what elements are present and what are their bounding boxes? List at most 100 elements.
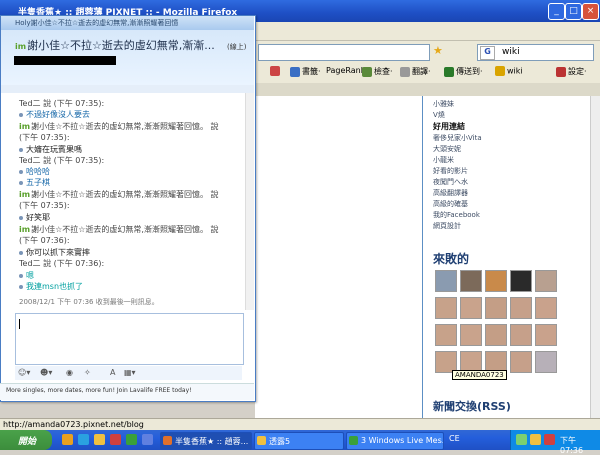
start-button[interactable]: 開始 (0, 430, 52, 450)
quicklaunch-icon[interactable] (94, 434, 105, 445)
tray-icon[interactable] (530, 434, 541, 445)
google-icon[interactable]: G (480, 46, 495, 60)
sidebar-link[interactable]: 小龍米 (433, 155, 454, 165)
news-title: 新聞交換(RSS) (433, 400, 511, 413)
friend-avatar[interactable] (435, 324, 457, 346)
search-value: wiki (502, 47, 520, 57)
redacted-message-bar (14, 56, 116, 65)
column-divider (422, 96, 423, 418)
chat-speaker-line: (下午 07:36): (19, 236, 70, 245)
chat-speaker-line: (下午 07:35): (19, 201, 70, 210)
friend-avatar[interactable] (485, 270, 507, 292)
tray-icon[interactable] (516, 434, 527, 445)
ime-indicator[interactable]: CE (449, 434, 460, 443)
quicklaunch-icon[interactable] (142, 434, 153, 445)
chat-message: 不過好像沒人要去 (19, 109, 90, 120)
friend-avatar[interactable] (460, 297, 482, 319)
sidebar-link[interactable]: 奢侈兒家小Vita (433, 133, 482, 143)
sidebar-heading: 好用連結 (433, 122, 465, 131)
voice-clip-icon[interactable]: ◉ (66, 368, 73, 377)
friend-avatar[interactable] (510, 351, 532, 373)
toolbar-wiki[interactable]: wiki (495, 66, 523, 76)
toolbar-bookmarks[interactable]: 書籤· (290, 66, 321, 77)
taskbar-button-firefox[interactable]: 半隻香蕉★ :: 趙蓉... (160, 432, 252, 450)
quicklaunch-icon[interactable] (78, 434, 89, 445)
clock: 下午 07:36 (560, 436, 584, 455)
search-field[interactable]: G wiki (477, 44, 594, 61)
sidebar-link[interactable]: 大頭安妮 (433, 144, 461, 154)
friend-avatar[interactable] (535, 351, 557, 373)
quicklaunch-icon[interactable] (62, 434, 73, 445)
chat-message: 我連msn也抓了 (19, 281, 83, 292)
sidebar-link[interactable]: 夜闖門へ水 (433, 177, 468, 187)
url-field[interactable] (258, 44, 430, 61)
chat-speaker-line: im謝小佳☆不拉☆逝去的虛幻無常,漸漸照耀著回憶。 說 (19, 190, 219, 199)
friend-avatar[interactable] (535, 270, 557, 292)
chat-message: 五子棋 (19, 177, 50, 188)
chat-message: 哈哈哈 (19, 166, 50, 177)
im-icon: im (15, 42, 27, 51)
toolbar-send-to[interactable]: 傳送到· (444, 66, 483, 77)
background-icon[interactable]: ▦▾ (124, 368, 136, 377)
sidebar-link[interactable]: V燒 (433, 110, 445, 120)
toolbar-icon-red[interactable] (270, 66, 282, 76)
toolbar-settings[interactable]: 設定· (556, 66, 587, 77)
chat-scrollbar[interactable] (245, 93, 254, 310)
friend-avatar[interactable] (510, 297, 532, 319)
chat-divider (1, 85, 254, 93)
contact-name: im謝小佳☆不拉☆逝去的虛幻無常,漸漸... (15, 39, 215, 52)
sidebar-link[interactable]: 小雅妹 (433, 99, 454, 109)
page-scrollbar[interactable] (590, 96, 600, 418)
bookmark-star-icon[interactable]: ★ (433, 44, 443, 57)
friend-avatar[interactable] (435, 297, 457, 319)
chat-message: 大嬸在玩賓果嗎 (19, 144, 82, 155)
friend-avatar[interactable] (485, 297, 507, 319)
maximize-button[interactable]: □ (565, 3, 582, 20)
contact-status: (線上) (227, 43, 247, 51)
sidebar-link[interactable]: 好看的影片 (433, 166, 468, 176)
friend-avatar[interactable] (485, 324, 507, 346)
tooltip: AMANDA0723 (452, 370, 507, 380)
friend-avatar[interactable] (535, 297, 557, 319)
taskbar-button-msn[interactable]: 3 Windows Live Mes... (346, 432, 444, 450)
nudge-icon[interactable]: ✧ (84, 368, 91, 377)
sidebar-link[interactable]: 網頁設計 (433, 221, 461, 231)
chat-message: 嗯 (19, 270, 34, 281)
quicklaunch-icon[interactable] (110, 434, 121, 445)
friend-avatar[interactable] (510, 270, 532, 292)
taskbar-button-chat[interactable]: 透露5 (254, 432, 344, 450)
toolbar-check[interactable]: 檢查· (362, 66, 393, 77)
chat-speaker-line: Ted二 說 (下午 07:35): (19, 99, 105, 108)
chat-ad-banner[interactable]: More singles, more dates, more fun! Join… (0, 383, 254, 400)
friend-avatar[interactable] (510, 324, 532, 346)
chat-window-title: Holy謝小佳☆不拉☆逝去的虛幻無常,漸漸照耀著回憶 (15, 19, 179, 27)
friend-avatar[interactable] (535, 324, 557, 346)
friends-title: 來敗的 (433, 252, 470, 266)
friend-avatar[interactable] (435, 270, 457, 292)
sidebar-link[interactable]: 高級的確基 (433, 199, 468, 209)
chat-message: 好笑耶 (19, 212, 50, 223)
chat-message: 你可以抓下來實摔 (19, 247, 90, 258)
emoticon-icon[interactable]: ☺▾ (18, 368, 30, 377)
minimize-button[interactable]: _ (548, 3, 565, 20)
chat-speaker-line: im謝小佳☆不拉☆逝去的虛幻無常,漸漸照耀著回憶。 說 (19, 225, 219, 234)
toolbar-translate[interactable]: 翻譯· (400, 66, 431, 77)
friend-avatar[interactable] (460, 324, 482, 346)
chat-speaker-line: Ted二 說 (下午 07:36): (19, 259, 105, 268)
chat-speaker-line: (下午 07:35): (19, 133, 70, 142)
blog-main-column (255, 96, 427, 418)
wink-icon[interactable]: ☻▾ (40, 368, 52, 377)
chat-titlebar: Holy謝小佳☆不拉☆逝去的虛幻無常,漸漸照耀著回憶 (1, 16, 254, 30)
quicklaunch-icon[interactable] (126, 434, 137, 445)
sidebar-link[interactable]: 高級翻譯器 (433, 188, 468, 198)
chat-input[interactable] (15, 313, 244, 365)
status-url: http://amanda0723.pixnet.net/blog (3, 420, 144, 429)
toolbar-pagerank[interactable]: PageRank (326, 66, 365, 75)
chat-speaker-line: im謝小佳☆不拉☆逝去的虛幻無常,漸漸照耀著回憶。 說 (19, 122, 219, 131)
tray-icon[interactable] (544, 434, 555, 445)
sidebar-link[interactable]: 我的Facebook (433, 210, 480, 220)
font-icon[interactable]: A (110, 368, 115, 377)
close-button[interactable]: × (582, 3, 599, 20)
friend-avatar[interactable] (460, 270, 482, 292)
chat-speaker-line: Ted二 說 (下午 07:35): (19, 156, 105, 165)
